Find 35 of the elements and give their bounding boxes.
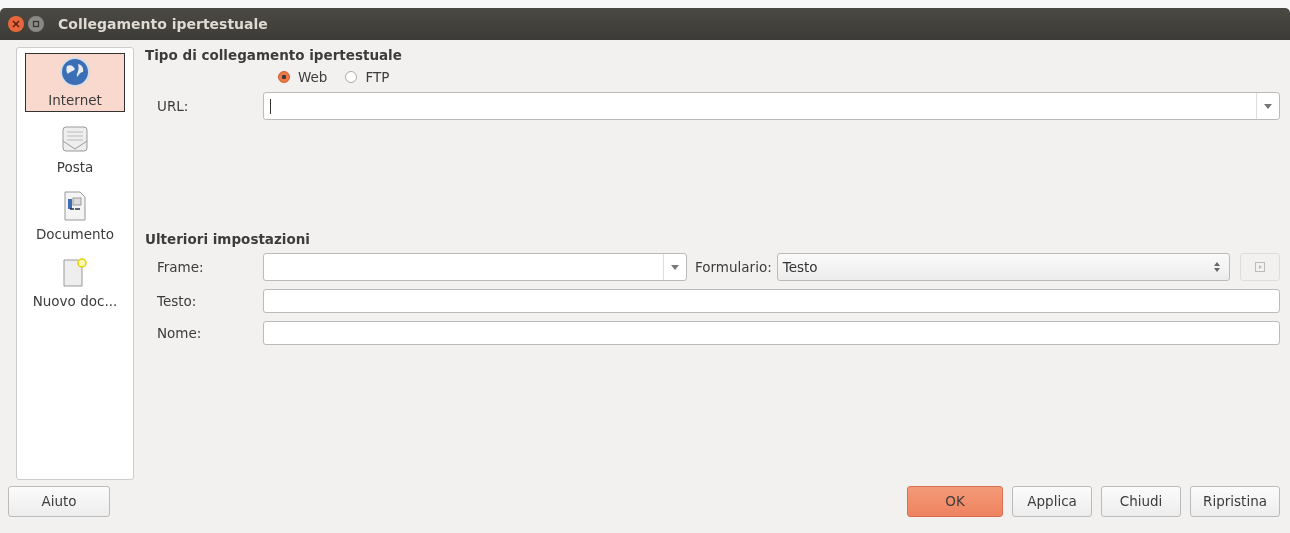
sidebar-item[interactable]: Internet [25,53,125,112]
radio-button[interactable]: FTP [345,69,390,85]
text-field[interactable] [263,289,1280,313]
field-label: Formulario: [695,259,772,275]
field-label: URL: [156,98,190,114]
dropdown-icon [1264,103,1272,109]
frame-field[interactable] [263,253,687,281]
help-button[interactable]: Aiuto [8,485,110,517]
new-document-icon [60,257,90,289]
play-icon [1255,262,1265,272]
section-heading: Ulteriori impostazioni [145,231,311,247]
window-title: Collegamento ipertestuale [58,16,268,32]
sidebar-item[interactable]: Documento [25,187,125,246]
envelope-icon [60,123,90,155]
form-select[interactable]: Testo [776,253,1230,281]
document-icon [62,190,88,222]
field-label: Testo: [156,293,198,309]
url-field[interactable] [263,92,1280,120]
dialog-button[interactable]: Ripristina [1190,485,1280,517]
events-button[interactable] [1240,253,1280,281]
ok-button[interactable]: OK [907,485,1004,517]
dialog-button[interactable]: Chiudi [1101,485,1182,517]
name-field[interactable] [263,321,1280,345]
field-label: Nome: [156,325,203,341]
dialog-button[interactable]: Applica [1012,485,1093,517]
close-icon[interactable] [8,16,24,32]
dropdown-icon [671,264,679,270]
sidebar-item[interactable]: Posta [25,120,125,179]
section-heading: Tipo di collegamento ipertestuale [145,47,403,63]
radio-button[interactable]: Web [278,69,328,85]
sidebar-item[interactable]: Nuovo doc... [25,254,125,313]
field-label: Frame: [156,259,205,275]
globe-icon [59,56,91,88]
minimize-icon[interactable] [28,16,44,32]
spinner-icon [1213,261,1221,273]
